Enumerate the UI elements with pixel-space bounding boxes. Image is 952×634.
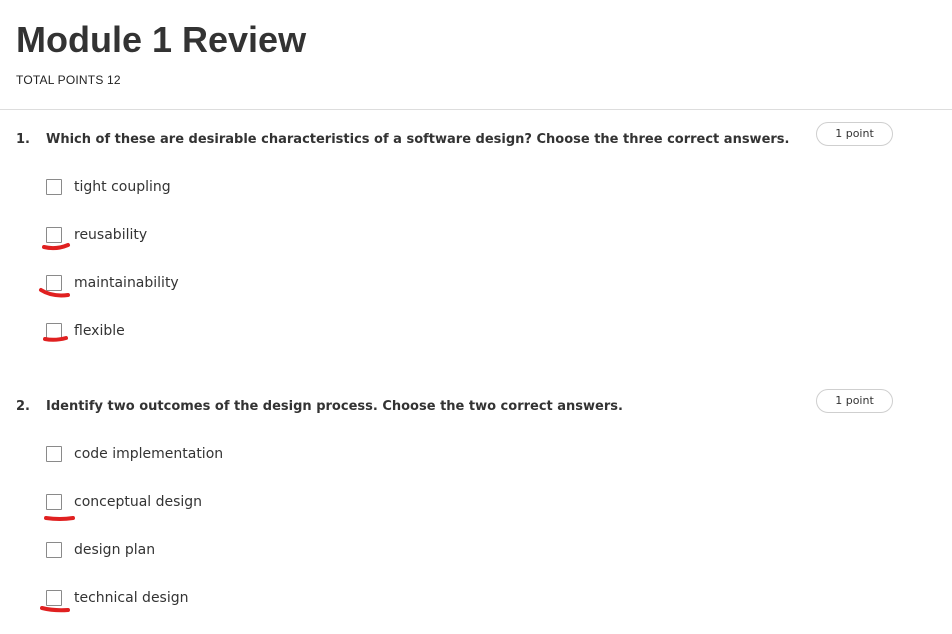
checkbox[interactable] bbox=[46, 494, 62, 510]
question-number: 1. bbox=[16, 132, 30, 147]
points-badge: 1 point bbox=[816, 122, 893, 146]
option-reusability[interactable]: reusability bbox=[46, 227, 446, 245]
red-annotation-mark bbox=[44, 516, 75, 521]
option-label[interactable]: technical design bbox=[74, 590, 189, 607]
annotation-stroke bbox=[43, 336, 68, 342]
option-label[interactable]: maintainability bbox=[74, 275, 179, 292]
red-annotation-mark bbox=[40, 606, 70, 613]
option-label[interactable]: tight coupling bbox=[74, 179, 171, 196]
red-annotation-mark bbox=[43, 336, 68, 342]
header-divider bbox=[0, 109, 952, 110]
annotation-stroke bbox=[39, 288, 70, 298]
total-points-label: TOTAL POINTS 12 bbox=[16, 73, 121, 87]
question-text: Identify two outcomes of the design proc… bbox=[46, 399, 623, 414]
option-maintainability[interactable]: maintainability bbox=[46, 275, 446, 293]
red-annotation-mark bbox=[39, 288, 70, 298]
annotation-stroke bbox=[44, 516, 75, 521]
question-number: 2. bbox=[16, 399, 30, 414]
option-conceptual-design[interactable]: conceptual design bbox=[46, 494, 446, 512]
checkbox[interactable] bbox=[46, 542, 62, 558]
red-annotation-mark bbox=[42, 243, 70, 251]
option-technical-design[interactable]: technical design bbox=[46, 590, 446, 608]
points-badge: 1 point bbox=[816, 389, 893, 413]
option-label[interactable]: design plan bbox=[74, 542, 155, 559]
option-label[interactable]: reusability bbox=[74, 227, 147, 244]
question-text: Which of these are desirable characteris… bbox=[46, 132, 790, 147]
option-label[interactable]: code implementation bbox=[74, 446, 223, 463]
checkbox[interactable] bbox=[46, 179, 62, 195]
option-label[interactable]: flexible bbox=[74, 323, 125, 340]
option-code-implementation[interactable]: code implementation bbox=[46, 446, 446, 464]
annotation-stroke bbox=[40, 606, 70, 613]
option-tight-coupling[interactable]: tight coupling bbox=[46, 179, 446, 197]
option-label[interactable]: conceptual design bbox=[74, 494, 202, 511]
checkbox[interactable] bbox=[46, 446, 62, 462]
annotation-stroke bbox=[42, 243, 70, 251]
option-flexible[interactable]: flexible bbox=[46, 323, 446, 341]
option-design-plan[interactable]: design plan bbox=[46, 542, 446, 560]
page-title: Module 1 Review bbox=[16, 19, 307, 60]
